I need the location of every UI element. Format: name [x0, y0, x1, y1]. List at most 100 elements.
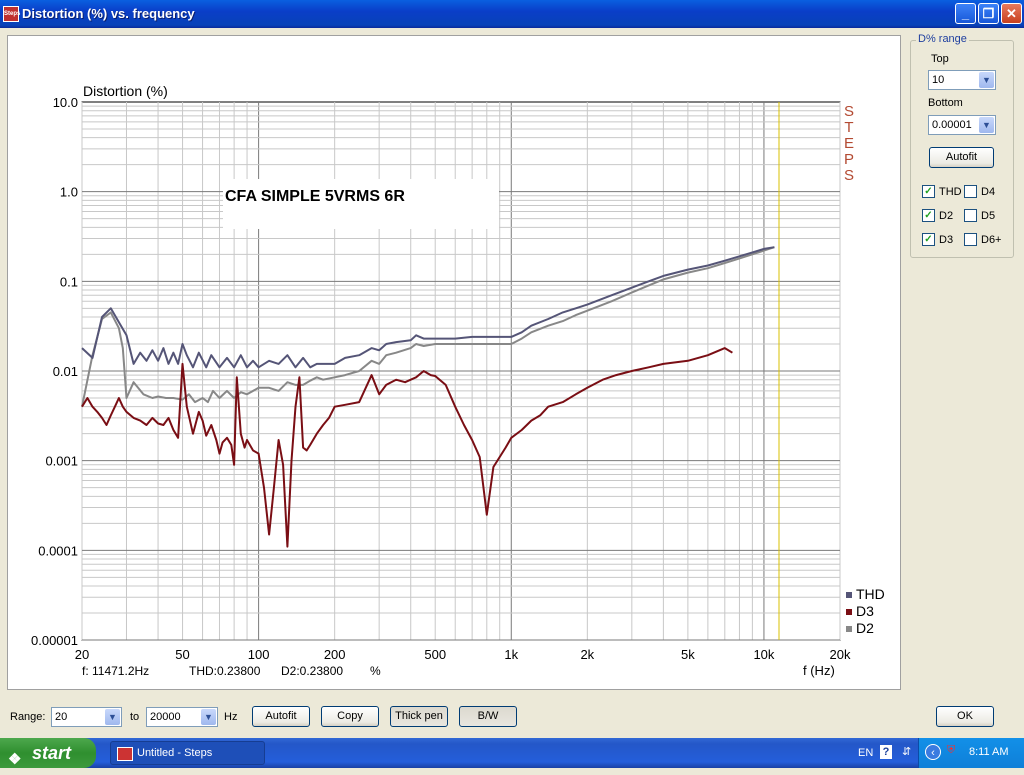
overlay-text: CFA SIMPLE 5VRMS 6R — [225, 188, 405, 205]
cursor-readout: f: 11471.2Hz THD:0.23800 D2:0.23800 % — [82, 664, 381, 678]
minimize-button[interactable]: _ — [955, 3, 976, 24]
range-to-value: 20000 — [150, 711, 181, 723]
chart-panel[interactable]: 20 50 100 200 500 1k 2k 5k 10k 20k 0.00001 0.0001 0.… — [7, 35, 901, 690]
x-tick-label: 20 — [75, 647, 89, 662]
language-indicator[interactable]: EN — [858, 747, 873, 759]
y-tick-label: 0.00001 — [31, 633, 78, 648]
range-autofit-button[interactable]: Autofit — [929, 147, 994, 168]
x-tick-label: 10k — [753, 647, 774, 662]
checkbox-box[interactable]: ✓ — [922, 185, 935, 198]
client-area: 20 50 100 200 500 1k 2k 5k 10k 20k 0.00001 0.0001 0.… — [0, 28, 1024, 738]
checkbox-label: D6+ — [981, 233, 1002, 246]
windows-logo-icon: ❖ — [8, 751, 22, 768]
checkbox-box[interactable]: ✓ — [922, 209, 935, 222]
d-range-title: D% range — [916, 33, 969, 45]
start-label: start — [32, 743, 72, 763]
checkbox-d3[interactable]: ✓ D3 — [922, 233, 953, 246]
checkbox-d2[interactable]: ✓ D2 — [922, 209, 953, 222]
chevron-left-icon[interactable]: ‹ — [925, 744, 941, 760]
to-label: to — [130, 711, 140, 723]
help-icon[interactable]: ? — [880, 745, 892, 759]
readout-thd: THD:0.23800 — [189, 664, 261, 678]
checkbox-box[interactable] — [964, 185, 977, 198]
app-icon[interactable]: Steps — [3, 6, 20, 22]
chevron-down-icon[interactable]: ▼ — [105, 709, 120, 725]
x-tick-label: 1k — [504, 647, 518, 662]
y-tick-label: 1.0 — [60, 185, 78, 200]
title-bar: Steps Distortion (%) vs. frequency _ ❐ ✕ — [0, 0, 1024, 28]
x-tick-label: 100 — [248, 647, 270, 662]
y-tick-label: 0.001 — [45, 454, 78, 469]
bottom-value: 0.00001 — [932, 119, 972, 131]
top-value: 10 — [932, 74, 945, 86]
checkbox-thd[interactable]: ✓ THD — [922, 185, 962, 198]
clock[interactable]: 8:11 AM — [969, 746, 1009, 758]
y-tick-label: 10.0 — [53, 95, 78, 110]
hz-label: Hz — [224, 711, 238, 723]
range-from-value: 20 — [55, 711, 68, 723]
bw-button[interactable]: B/W — [459, 706, 517, 727]
system-tray: ‹ ⛨ 8:11 AM — [918, 738, 1024, 768]
x-tick-label: 5k — [681, 647, 695, 662]
window-title: Distortion (%) vs. frequency — [22, 6, 195, 21]
sound-icon[interactable]: ⇵ — [902, 745, 911, 758]
bottom-combo[interactable]: 0.00001 ▼ — [928, 115, 996, 135]
brand-letter: E — [844, 135, 854, 152]
checkbox-box[interactable]: ✓ — [922, 233, 935, 246]
x-tick-label: 2k — [580, 647, 594, 662]
top-combo[interactable]: 10 ▼ — [928, 70, 996, 90]
legend-label: THD — [856, 586, 885, 602]
y-tick-label: 0.1 — [60, 274, 78, 289]
checkbox-box[interactable] — [964, 209, 977, 222]
checkbox-d6plus[interactable]: D6+ — [964, 233, 1002, 246]
chart-legend: THDD3D2 — [846, 586, 885, 636]
chevron-down-icon[interactable]: ▼ — [979, 117, 994, 133]
thick-pen-button[interactable]: Thick pen — [390, 706, 448, 727]
taskbar-item-label: Untitled - Steps — [137, 747, 213, 759]
distortion-chart[interactable]: 20 50 100 200 500 1k 2k 5k 10k 20k 0.00001 0.0001 0.… — [8, 36, 900, 689]
checkbox-label: D2 — [939, 209, 954, 222]
taskbar: ❖ start Untitled - Steps EN ? ⇵ ‹ ⛨ 8:11… — [0, 738, 1024, 768]
restore-button[interactable]: ❐ — [978, 3, 999, 24]
range-to-combo[interactable]: 20000 ▼ — [146, 707, 218, 727]
x-tick-label: 200 — [324, 647, 346, 662]
readout-frequency: f: 11471.2Hz — [82, 664, 149, 678]
checkbox-d4[interactable]: D4 — [964, 185, 995, 198]
x-tick-label: 20k — [830, 647, 851, 662]
brand-letter: S — [844, 167, 854, 184]
x-tick-label: 500 — [424, 647, 446, 662]
checkbox-label: THD — [939, 185, 962, 198]
bottom-label: Bottom — [928, 97, 963, 109]
chevron-down-icon[interactable]: ▼ — [979, 72, 994, 88]
checkbox-box[interactable] — [964, 233, 977, 246]
legend-swatch — [846, 609, 852, 615]
ok-button[interactable]: OK — [936, 706, 994, 727]
checkbox-d5[interactable]: D5 — [964, 209, 995, 222]
range-from-combo[interactable]: 20 ▼ — [51, 707, 122, 727]
legend-label: D2 — [856, 620, 874, 636]
brand-letter: T — [844, 119, 853, 136]
top-label: Top — [931, 53, 949, 65]
shield-icon[interactable]: ⛨ — [947, 744, 955, 757]
start-button[interactable]: ❖ start — [0, 738, 96, 768]
legend-label: D3 — [856, 603, 874, 619]
brand-letter: S — [844, 103, 854, 120]
readout-d2: D2:0.23800 — [281, 664, 343, 678]
brand-letter: P — [844, 151, 854, 168]
steps-brand: STEPS — [844, 103, 854, 184]
x-tick-label: 50 — [175, 647, 189, 662]
close-button[interactable]: ✕ — [1001, 3, 1022, 24]
y-tick-label: 0.01 — [53, 364, 78, 379]
autofit-button[interactable]: Autofit — [252, 706, 310, 727]
checkbox-label: D5 — [981, 209, 996, 222]
checkbox-label: D4 — [981, 185, 996, 198]
range-label: Range: — [10, 711, 46, 723]
steps-app-icon — [117, 747, 133, 761]
chevron-down-icon[interactable]: ▼ — [201, 709, 216, 725]
y-axis-label: Distortion (%) — [83, 83, 168, 99]
taskbar-item-steps[interactable]: Untitled - Steps — [110, 741, 265, 765]
legend-swatch — [846, 626, 852, 632]
x-axis-label: f (Hz) — [803, 663, 835, 678]
copy-button[interactable]: Copy — [321, 706, 379, 727]
legend-swatch — [846, 592, 852, 598]
